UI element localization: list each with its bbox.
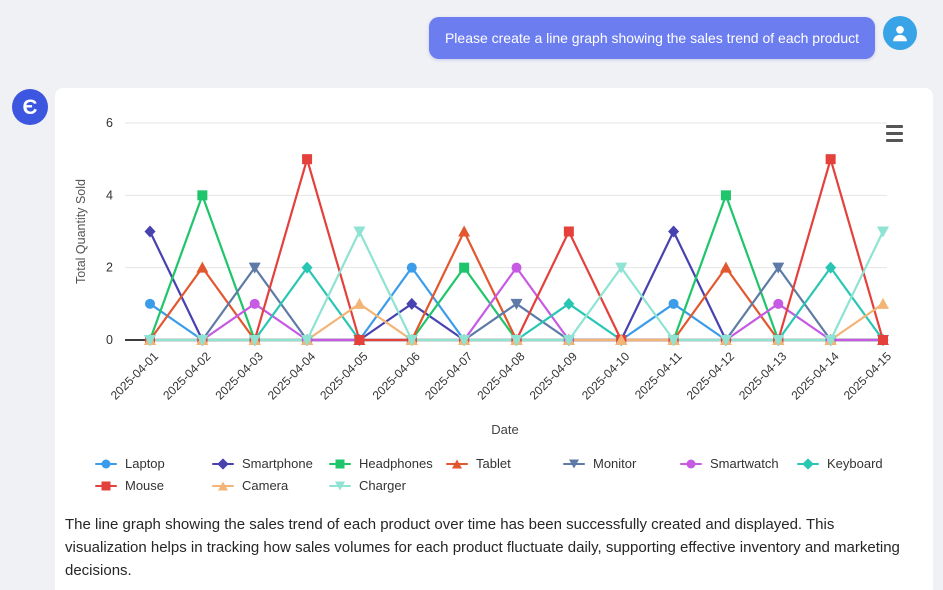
y-tick-label: 0 <box>106 333 113 347</box>
user-avatar[interactable] <box>883 16 917 50</box>
series-line-mouse <box>150 159 883 340</box>
y-tick-label: 4 <box>106 188 113 202</box>
x-tick-label: 2025-04-14 <box>788 349 842 403</box>
legend-label: Charger <box>359 478 406 493</box>
triangle-up-marker-icon <box>446 458 468 470</box>
legend-item-mouse[interactable]: Mouse <box>95 478 212 493</box>
x-tick-label: 2025-04-10 <box>579 349 633 403</box>
data-point <box>459 263 469 273</box>
legend-item-smartphone[interactable]: Smartphone <box>212 456 329 471</box>
hamburger-menu-icon[interactable] <box>886 124 903 143</box>
legend-item-camera[interactable]: Camera <box>212 478 329 493</box>
triangle-down-marker-icon <box>329 480 351 492</box>
x-tick-label: 2025-04-07 <box>422 349 476 403</box>
square-marker-icon <box>329 458 351 470</box>
legend-item-tablet[interactable]: Tablet <box>446 456 563 471</box>
legend-label: Camera <box>242 478 288 493</box>
legend-item-headphones[interactable]: Headphones <box>329 456 446 471</box>
chart-legend: Laptop Smartphone Headphones Tablet Monitor S… <box>95 456 915 493</box>
x-tick-label: 2025-04-03 <box>213 349 267 403</box>
triangle-up-marker-icon <box>212 480 234 492</box>
legend-label: Smartphone <box>242 456 313 471</box>
data-point <box>878 335 888 345</box>
y-tick-label: 6 <box>106 116 113 130</box>
x-tick-label: 2025-04-11 <box>632 349 685 402</box>
data-point <box>145 226 156 238</box>
data-point <box>721 190 731 200</box>
circle-marker-icon <box>680 458 702 470</box>
user-message-text: Please create a line graph showing the s… <box>445 30 859 46</box>
data-point <box>458 226 470 237</box>
circle-marker-icon <box>95 458 117 470</box>
legend-label: Headphones <box>359 456 433 471</box>
x-tick-label: 2025-04-06 <box>370 349 424 403</box>
x-tick-label: 2025-04-01 <box>108 349 162 403</box>
x-tick-label: 2025-04-13 <box>736 349 790 403</box>
data-point <box>877 298 889 309</box>
legend-label: Keyboard <box>827 456 883 471</box>
legend-item-monitor[interactable]: Monitor <box>563 456 680 471</box>
x-tick-label: 2025-04-15 <box>841 349 895 403</box>
x-tick-label: 2025-04-12 <box>684 349 738 403</box>
line-chart: 0246Total Quantity Sold2025-04-012025-04… <box>55 88 933 450</box>
user-message-bubble: Please create a line graph showing the s… <box>429 17 875 59</box>
diamond-marker-icon <box>797 458 819 470</box>
assistant-logo-icon: Є <box>23 97 38 118</box>
data-point <box>669 299 679 309</box>
data-point <box>511 299 523 310</box>
user-icon <box>889 22 911 44</box>
legend-label: Tablet <box>476 456 511 471</box>
y-tick-label: 2 <box>106 261 113 275</box>
chat-row: Please create a line graph showing the s… <box>0 16 933 62</box>
data-point <box>407 263 417 273</box>
data-point <box>668 226 679 238</box>
legend-label: Mouse <box>125 478 164 493</box>
legend-label: Laptop <box>125 456 165 471</box>
data-point <box>250 299 260 309</box>
data-point <box>353 298 365 309</box>
assistant-message-text: The line graph showing the sales trend o… <box>65 513 913 582</box>
data-point <box>302 154 312 164</box>
data-point <box>773 299 783 309</box>
triangle-down-marker-icon <box>563 458 585 470</box>
x-tick-label: 2025-04-05 <box>317 349 371 403</box>
y-axis-title: Total Quantity Sold <box>74 179 88 284</box>
data-point <box>145 299 155 309</box>
data-point <box>563 298 574 310</box>
legend-label: Monitor <box>593 456 636 471</box>
legend-label: Smartwatch <box>710 456 779 471</box>
data-point <box>877 227 889 238</box>
assistant-response-card: 0246Total Quantity Sold2025-04-012025-04… <box>55 88 933 590</box>
data-point <box>406 298 417 310</box>
data-point <box>512 263 522 273</box>
legend-item-charger[interactable]: Charger <box>329 478 446 493</box>
x-axis-title: Date <box>491 422 518 437</box>
data-point <box>353 227 365 238</box>
diamond-marker-icon <box>212 458 234 470</box>
legend-item-laptop[interactable]: Laptop <box>95 456 212 471</box>
data-point <box>197 190 207 200</box>
x-tick-label: 2025-04-04 <box>265 349 319 403</box>
square-marker-icon <box>95 480 117 492</box>
data-point <box>826 154 836 164</box>
legend-item-keyboard[interactable]: Keyboard <box>797 456 914 471</box>
data-point <box>564 227 574 237</box>
x-tick-label: 2025-04-09 <box>527 349 581 403</box>
legend-item-smartwatch[interactable]: Smartwatch <box>680 456 797 471</box>
data-point <box>354 335 364 345</box>
assistant-avatar: Є <box>12 89 48 125</box>
x-tick-label: 2025-04-08 <box>474 349 528 403</box>
x-tick-label: 2025-04-02 <box>160 349 214 403</box>
